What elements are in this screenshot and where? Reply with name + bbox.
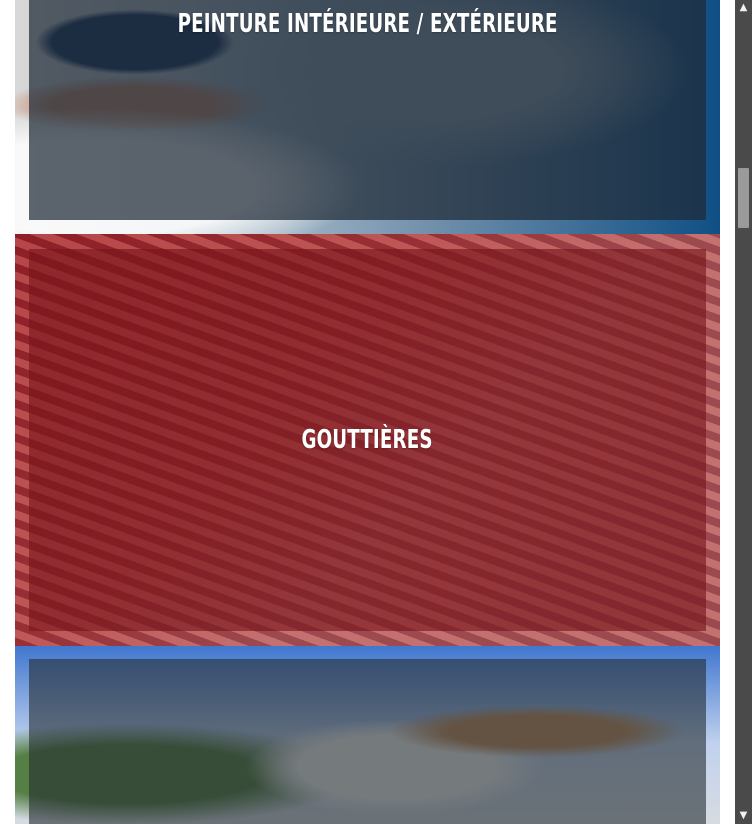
house-overlay <box>29 659 706 824</box>
service-card-house[interactable] <box>15 646 720 824</box>
painting-overlay: PEINTURE INTÉRIEURE / EXTÉRIEURE <box>29 0 706 220</box>
scroll-thumb[interactable] <box>738 168 749 228</box>
service-card-gutters[interactable]: GOUTTIÈRES <box>15 234 720 646</box>
service-title-painting: PEINTURE INTÉRIEURE / EXTÉRIEURE <box>177 9 558 39</box>
scroll-down-arrow-icon[interactable]: ▼ <box>735 808 752 824</box>
page: PEINTURE INTÉRIEURE / EXTÉRIEURE GOUTTIÈ… <box>0 0 752 824</box>
service-card-painting[interactable]: PEINTURE INTÉRIEURE / EXTÉRIEURE <box>15 0 720 234</box>
vertical-scrollbar[interactable]: ▲ ▼ <box>735 0 752 824</box>
gutters-overlay: GOUTTIÈRES <box>29 249 706 631</box>
scroll-up-arrow-icon[interactable]: ▲ <box>735 0 752 16</box>
services-list: PEINTURE INTÉRIEURE / EXTÉRIEURE GOUTTIÈ… <box>15 0 720 824</box>
service-title-gutters: GOUTTIÈRES <box>301 425 434 455</box>
scroll-track[interactable] <box>735 0 752 824</box>
